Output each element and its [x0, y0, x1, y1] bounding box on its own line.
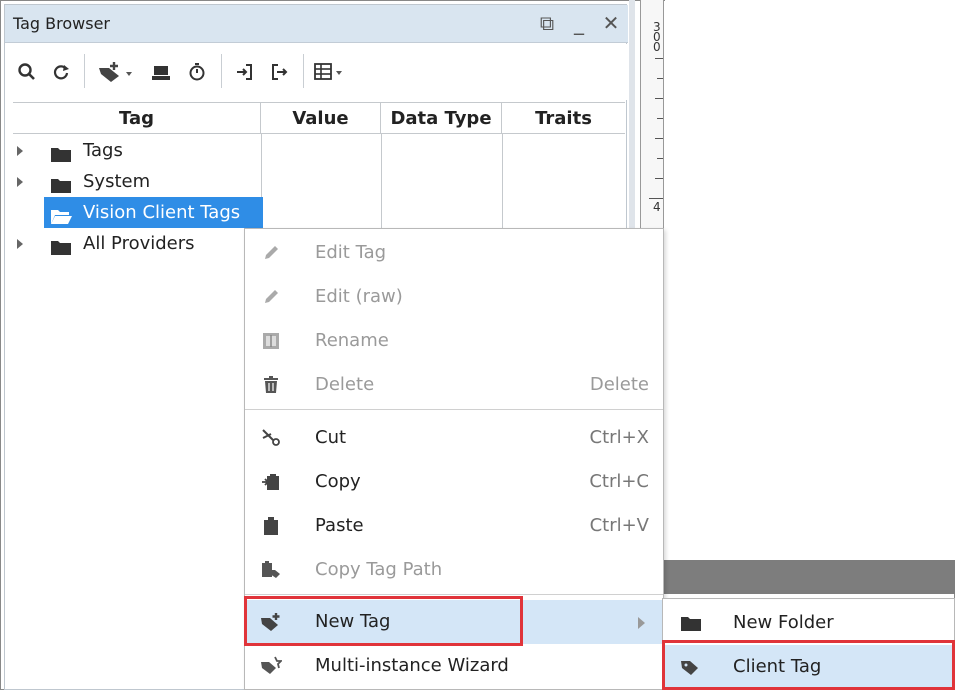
- refresh-icon[interactable]: [47, 58, 75, 86]
- menu-item-shortcut: Ctrl+X: [589, 427, 649, 448]
- close-icon[interactable]: ✕: [602, 11, 620, 35]
- pencil-icon: [259, 285, 283, 309]
- menu-item-rename[interactable]: Rename: [245, 319, 663, 363]
- menu-separator: [245, 594, 663, 595]
- menu-item-label: Delete: [315, 374, 375, 395]
- highlight-box-new-tag: [244, 596, 523, 646]
- paste-icon: [259, 514, 283, 538]
- submenu-arrow-icon: [638, 617, 645, 629]
- ruler-tick: [655, 178, 663, 179]
- column-header-value[interactable]: Value: [261, 103, 381, 134]
- ruler-tick: [649, 198, 663, 199]
- tree-item-label: Vision Client Tags: [83, 202, 241, 223]
- tree-item-label: Tags: [83, 140, 123, 161]
- copy-icon: [259, 470, 283, 494]
- menu-item-label: Multi-instance Wizard: [315, 655, 509, 676]
- expand-arrow-icon[interactable]: [17, 177, 23, 187]
- toolbar-separator: [303, 54, 304, 88]
- scissors-icon: [259, 426, 283, 450]
- ruler-tick: [655, 138, 663, 139]
- trash-icon: [259, 373, 283, 397]
- panel-title: Tag Browser: [13, 14, 111, 33]
- export-icon[interactable]: [265, 58, 293, 86]
- tree-item-label: All Providers: [83, 233, 195, 254]
- table-header: Tag Value Data Type Traits: [13, 102, 625, 134]
- copy-path-icon: [259, 558, 283, 582]
- menu-item-copy[interactable]: Copy Ctrl+C: [245, 460, 663, 504]
- folder-icon: [679, 611, 703, 635]
- ruler-tick: [657, 78, 663, 79]
- column-header-data-type[interactable]: Data Type: [381, 103, 502, 134]
- window-buttons: ⧉ _ ✕: [538, 11, 620, 35]
- rename-icon: [259, 329, 283, 353]
- pencil-icon: [259, 241, 283, 265]
- history-icon[interactable]: [183, 58, 211, 86]
- column-divider: [381, 134, 382, 232]
- import-icon[interactable]: [231, 58, 259, 86]
- menu-item-label: Copy Tag Path: [315, 559, 443, 580]
- drive-icon[interactable]: [147, 58, 175, 86]
- folder-icon: [50, 142, 72, 173]
- ruler-tick: [655, 98, 663, 99]
- toolbar-separator: [221, 54, 222, 88]
- menu-item-copy-tag-path[interactable]: Copy Tag Path: [245, 548, 663, 592]
- search-icon[interactable]: [13, 58, 41, 86]
- highlight-box-client-tag: [662, 640, 955, 690]
- toolbar-separator: [84, 54, 85, 88]
- column-header-traits[interactable]: Traits: [502, 103, 625, 134]
- column-header-tag[interactable]: Tag: [13, 103, 261, 134]
- column-divider: [502, 134, 503, 232]
- submenu-item-label: New Folder: [733, 612, 834, 633]
- menu-item-label: Edit Tag: [315, 242, 387, 263]
- menu-item-label: Rename: [315, 330, 389, 351]
- folder-icon: [50, 235, 72, 266]
- panel-titlebar: Tag Browser ⧉ _ ✕: [5, 5, 628, 43]
- menu-item-edit-raw[interactable]: Edit (raw): [245, 275, 663, 319]
- ruler-tick: [657, 118, 663, 119]
- menu-item-label: Cut: [315, 427, 347, 448]
- ruler-tick: [655, 58, 663, 59]
- table-view-dropdown-icon[interactable]: [311, 58, 351, 86]
- wizard-icon: [259, 654, 283, 678]
- menu-item-label: Copy: [315, 471, 361, 492]
- ruler-label: 300: [653, 20, 661, 54]
- open-folder-icon: [50, 204, 72, 235]
- menu-item-paste[interactable]: Paste Ctrl+V: [245, 504, 663, 548]
- submenu-item-new-folder[interactable]: New Folder: [663, 601, 955, 645]
- menu-separator: [245, 409, 663, 410]
- menu-item-shortcut: Ctrl+C: [589, 471, 649, 492]
- ruler-label: 4: [653, 200, 661, 214]
- menu-item-shortcut: Delete: [589, 374, 649, 395]
- add-tag-dropdown-icon[interactable]: [95, 58, 139, 86]
- expand-arrow-icon[interactable]: [17, 146, 23, 156]
- canvas-bottom-bar: [640, 560, 955, 594]
- ruler-tick: [657, 158, 663, 159]
- restore-icon[interactable]: ⧉: [538, 11, 556, 35]
- menu-item-multi-instance-wizard[interactable]: Multi-instance Wizard: [245, 644, 663, 688]
- menu-item-label: Paste: [315, 515, 364, 536]
- tree-item-label: System: [83, 171, 151, 192]
- menu-item-label: Edit (raw): [315, 286, 403, 307]
- expand-arrow-icon[interactable]: [17, 239, 23, 249]
- toolbar: [5, 44, 628, 100]
- menu-item-delete[interactable]: Delete Delete: [245, 363, 663, 407]
- designer-canvas[interactable]: [665, 0, 955, 560]
- menu-item-shortcut: Ctrl+V: [589, 515, 649, 536]
- menu-item-edit-tag[interactable]: Edit Tag: [245, 231, 663, 275]
- minimize-icon[interactable]: _: [570, 11, 588, 35]
- menu-item-cut[interactable]: Cut Ctrl+X: [245, 416, 663, 460]
